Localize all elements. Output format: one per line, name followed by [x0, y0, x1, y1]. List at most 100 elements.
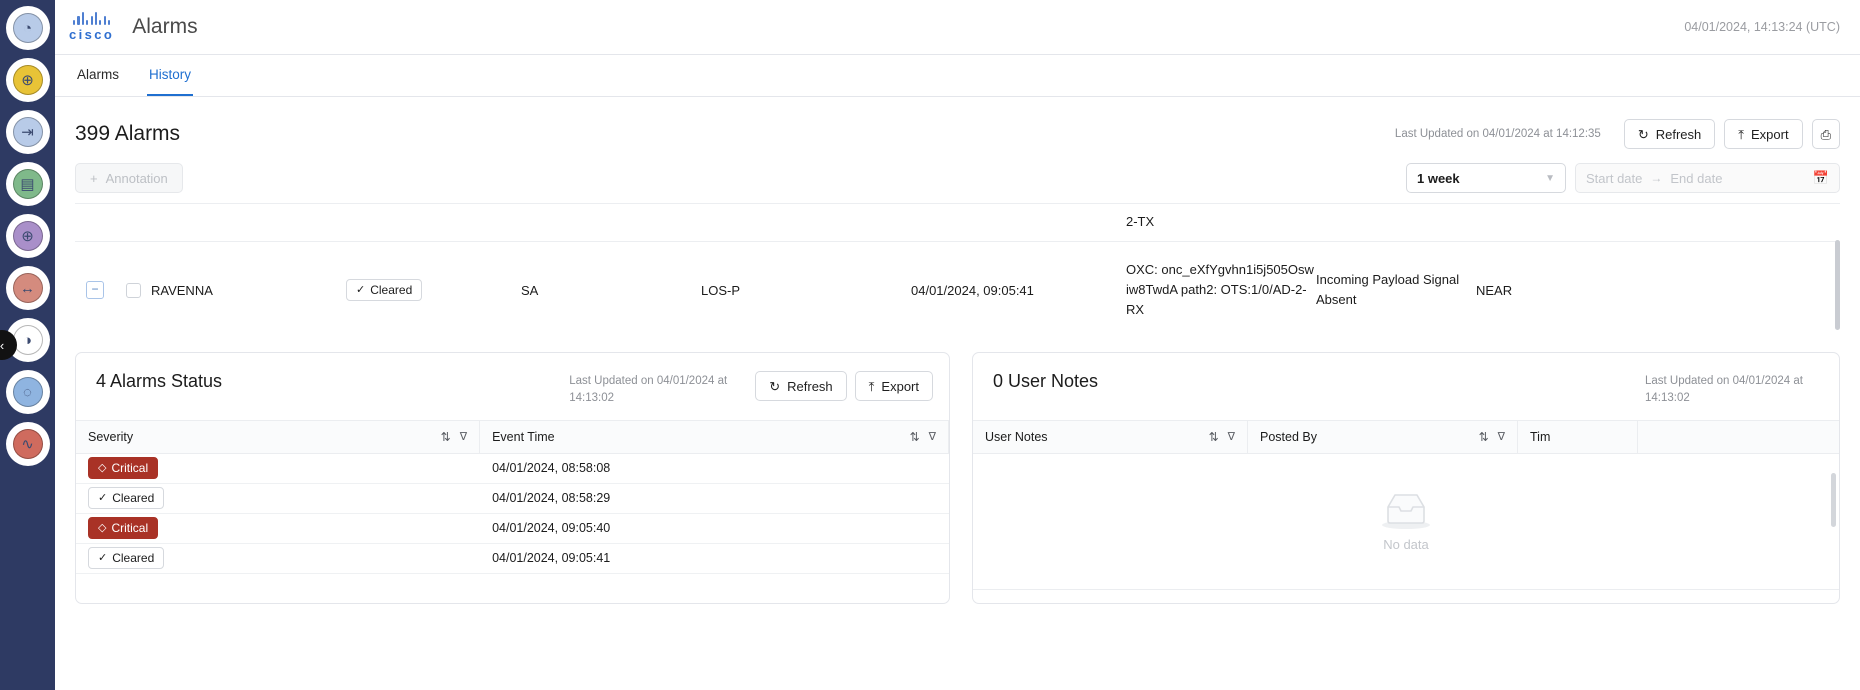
content-area: 399 Alarms Last Updated on 04/01/2024 at…	[55, 97, 1860, 690]
export-label: Export	[1751, 126, 1789, 142]
arrow-right-icon: →	[1650, 171, 1663, 185]
column-header-event-time-label: Event Time	[492, 429, 555, 444]
sidebar-item-add-circuit[interactable]: ⊕	[7, 216, 48, 256]
table-row[interactable]: ◇ Critical 04/01/2024, 09:05:40	[76, 514, 949, 544]
cisco-bars-icon	[73, 12, 111, 25]
status-badge-cleared: ✓ Cleared	[346, 279, 423, 301]
row-checkbox[interactable]	[125, 282, 141, 298]
inventory-report-icon: ▤	[20, 175, 35, 193]
row-node-name: RAVENNA	[151, 282, 213, 298]
column-header-posted-by[interactable]: Posted By ⇅ ∇	[1248, 420, 1518, 453]
row-condition-cell: LOS-P	[701, 282, 741, 298]
status-badge-label: Cleared	[370, 283, 413, 297]
filter-row: + Annotation 1 week ▼ Start date → End d…	[75, 157, 1840, 203]
add-service-icon: ⊕	[21, 71, 34, 89]
critical-icon: ◇	[98, 461, 107, 474]
filter-icon[interactable]: ∇	[1228, 430, 1235, 443]
annotation-label: Annotation	[105, 170, 168, 186]
sidebar-item-alarm-monitor[interactable]: ∿	[7, 424, 48, 464]
user-notes-last-updated: Last Updated on 04/01/2024 at 14:13:02	[1645, 375, 1803, 405]
cisco-wordmark: cisco	[69, 27, 115, 42]
time-range-select[interactable]: 1 week ▼	[1406, 163, 1566, 193]
filter-icon[interactable]: ∇	[460, 430, 467, 443]
add-annotation-button[interactable]: + Annotation	[75, 163, 183, 193]
cell-event-time: 04/01/2024, 08:58:08	[492, 461, 611, 475]
column-header-user-notes-label: User Notes	[985, 429, 1048, 444]
sort-icon[interactable]: ⇅	[1479, 430, 1489, 444]
column-header-posted-by-label: Posted By	[1260, 429, 1317, 444]
sidebar-item-add-service[interactable]: ⊕	[7, 60, 48, 100]
user-notes-table: User Notes ⇅ ∇ Posted By ⇅ ∇ Tim No data	[973, 419, 1839, 604]
column-settings-button[interactable]: ⎙	[1811, 119, 1840, 149]
status-badge-label: Critical	[111, 521, 149, 535]
row-select-cell	[115, 282, 151, 298]
table-row[interactable]: ◇ Critical 04/01/2024, 08:58:08	[76, 454, 949, 484]
status-badge-label: Cleared	[112, 491, 155, 505]
sidebar-item-import-device[interactable]: ⇥	[7, 112, 48, 152]
user-notes-scrollbar[interactable]	[1831, 473, 1836, 527]
column-header-event-time[interactable]: Event Time ⇅ ∇	[480, 420, 949, 453]
export-button[interactable]: ⤒ Export	[1724, 119, 1803, 149]
alarms-status-refresh-button[interactable]: ↻ Refresh	[755, 371, 847, 401]
sidebar-item-globe-network[interactable]: ◔	[7, 8, 48, 48]
empty-inbox-icon	[1382, 493, 1430, 529]
table-row[interactable]: ✓ Cleared 04/01/2024, 09:05:41	[76, 544, 949, 574]
sidebar-item-inventory-report[interactable]: ▤	[7, 164, 48, 204]
row-expand-cell: −	[75, 281, 115, 299]
end-date-input[interactable]: End date	[1670, 171, 1722, 186]
refresh-button[interactable]: ↻ Refresh	[1623, 119, 1716, 149]
export-icon: ⤒	[1738, 126, 1745, 142]
optical-power-icon: ◑	[22, 331, 33, 349]
left-icon-rail: ◔ ⊕ ⇥ ▤ ⊕ ↔ ◑ ◌ ∿ ‹	[0, 0, 55, 690]
alarms-status-export-button[interactable]: ⤒ Export	[854, 371, 933, 401]
row-severity-cell: ✓ Cleared	[346, 279, 521, 301]
date-range-picker[interactable]: Start date → End date 📅	[1575, 163, 1840, 193]
critical-icon: ◇	[98, 521, 107, 534]
cell-severity: ◇ Critical	[76, 514, 480, 543]
refresh-icon: ↻	[1637, 126, 1649, 142]
tab-history[interactable]: History	[147, 55, 194, 96]
topology-graph-icon: ◌	[23, 383, 32, 401]
column-header-severity[interactable]: Severity ⇅ ∇	[76, 420, 481, 453]
detail-panels: 4 Alarms Status Last Updated on 04/01/20…	[75, 338, 1840, 604]
alarms-status-panel: 4 Alarms Status Last Updated on 04/01/20…	[75, 352, 950, 604]
column-header-time-label: Tim	[1530, 429, 1551, 444]
chevron-down-icon: ▼	[1545, 172, 1555, 184]
check-icon: ✓	[98, 491, 108, 504]
cell-event-time: 04/01/2024, 08:58:29	[492, 491, 611, 505]
alarms-table-scrollbar[interactable]	[1835, 240, 1840, 330]
cisco-logo: cisco	[69, 12, 114, 42]
table-row[interactable]: − RAVENNA ✓ Cleared SA LOS-P 04/01/2024,…	[75, 242, 1840, 338]
alarms-status-title: 4 Alarms Status	[96, 371, 223, 391]
user-notes-panel: 0 User Notes Last Updated on 04/01/2024 …	[972, 352, 1840, 604]
column-header-user-notes[interactable]: User Notes ⇅ ∇	[973, 420, 1248, 453]
empty-state-label: No data	[1383, 536, 1429, 552]
status-badge: ✓ Cleared	[88, 547, 165, 569]
tab-alarms[interactable]: Alarms	[75, 55, 121, 96]
sort-icon[interactable]: ⇅	[910, 430, 920, 444]
check-icon: ✓	[356, 283, 366, 296]
cell-severity: ◇ Critical	[76, 454, 480, 483]
link-status-icon: ↔	[20, 279, 35, 297]
table-row-partial[interactable]: 2-TX	[75, 204, 1840, 242]
sidebar-item-link-status[interactable]: ↔	[7, 268, 48, 308]
cell-severity: ✓ Cleared	[76, 544, 480, 573]
filter-icon[interactable]: ∇	[1498, 430, 1505, 443]
status-badge-label: Critical	[111, 461, 149, 475]
cell-event-time: 04/01/2024, 09:05:41	[492, 551, 611, 565]
collapse-row-button[interactable]: −	[86, 281, 104, 299]
column-header-time[interactable]: Tim	[1518, 420, 1638, 453]
sidebar-item-topology-graph[interactable]: ◌	[7, 372, 48, 412]
alarms-last-updated: Last Updated on 04/01/2024 at 14:12:35	[1394, 128, 1601, 140]
sort-icon[interactable]: ⇅	[441, 430, 451, 444]
calendar-icon[interactable]: 📅	[1813, 170, 1829, 186]
filter-icon[interactable]: ∇	[929, 430, 936, 443]
start-date-input[interactable]: Start date	[1586, 171, 1642, 186]
alarms-count-row: 399 Alarms Last Updated on 04/01/2024 at…	[75, 97, 1840, 157]
page-title: Alarms	[132, 15, 198, 38]
sort-icon[interactable]: ⇅	[1209, 430, 1219, 444]
table-row[interactable]: ✓ Cleared 04/01/2024, 08:58:29	[76, 484, 949, 514]
cell-event-time: 04/01/2024, 09:05:40	[492, 521, 611, 535]
user-notes-footer	[973, 588, 1839, 604]
status-badge-label: Cleared	[112, 551, 155, 565]
